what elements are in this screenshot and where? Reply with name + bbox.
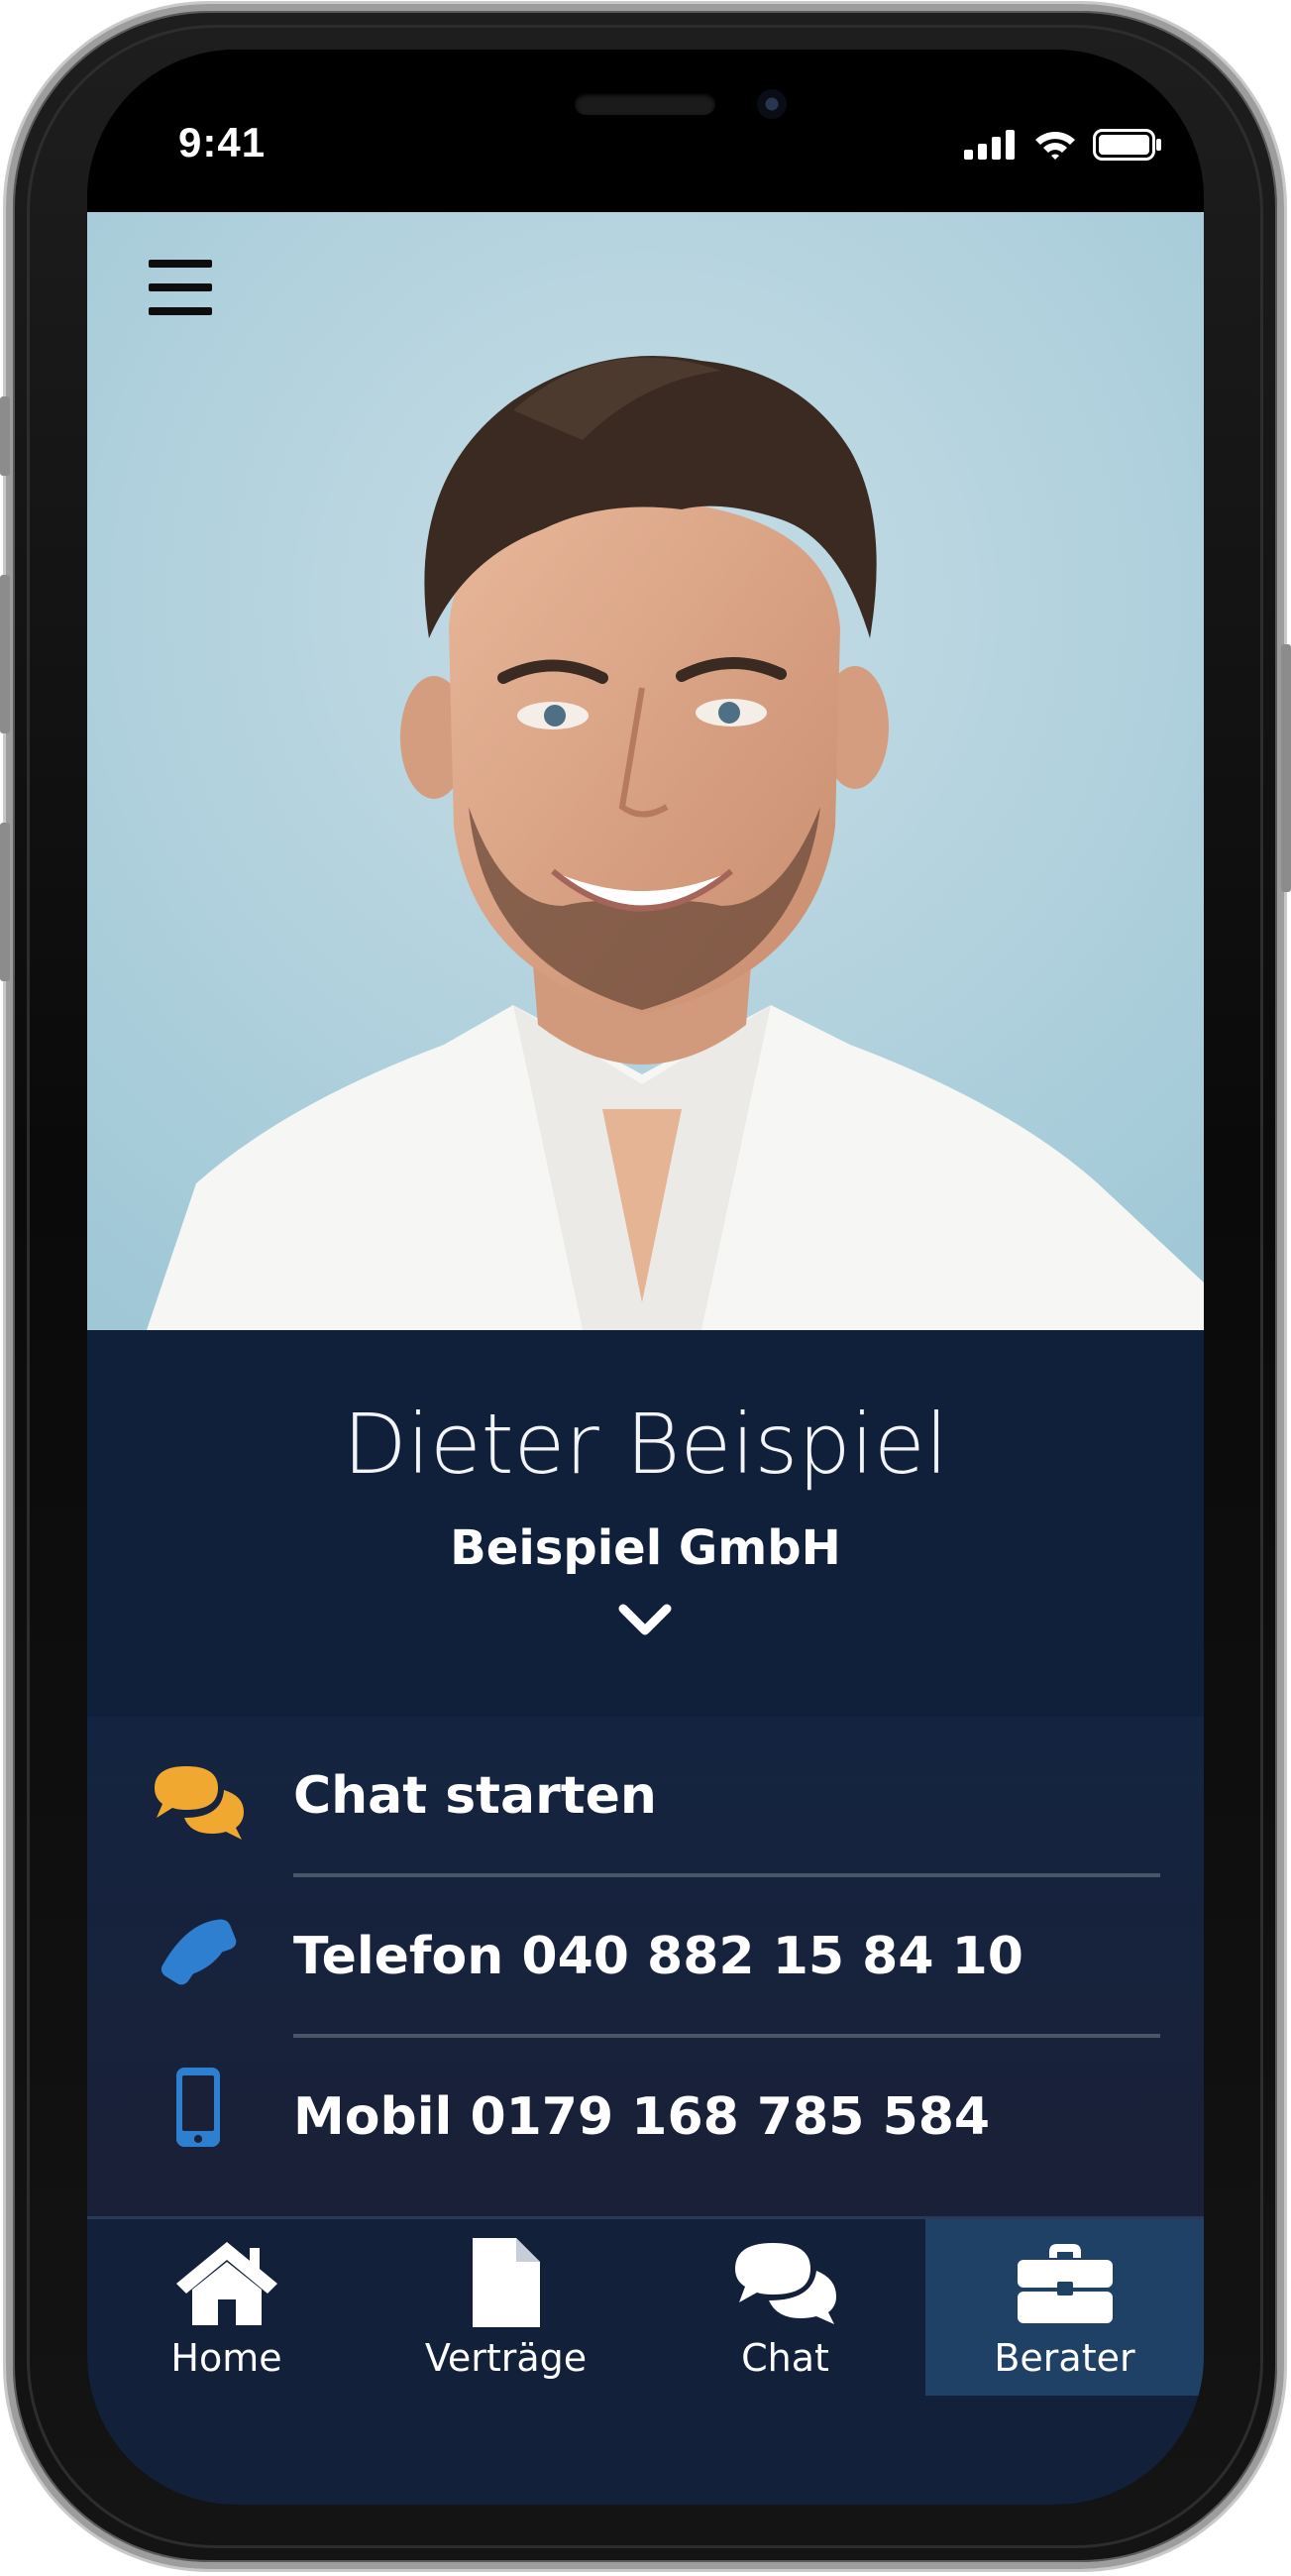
chat-bubbles-icon (734, 2243, 836, 2324)
battery-icon (1093, 129, 1161, 161)
adviser-header: Dieter Beispiel Beispiel GmbH (87, 1330, 1204, 1717)
adviser-name: Dieter Beispiel (342, 1396, 948, 1493)
wifi-icon (1035, 132, 1075, 160)
contact-list: Chat starten Telefon 040 882 15 84 10 Mo… (87, 1717, 1204, 2217)
tab-home[interactable]: Home (87, 2219, 366, 2396)
phone-row[interactable]: Telefon 040 882 15 84 10 (87, 1877, 1204, 2036)
adviser-photo (87, 212, 1204, 1330)
earpiece-speaker (575, 93, 715, 115)
phone-screen: 9:41 Dieter Beispiel Beispiel GmbH Chat … (87, 50, 1204, 2505)
phone-volume-up (0, 575, 10, 733)
phone-label: Telefon 040 882 15 84 10 (293, 1927, 1023, 1986)
tab-chat-label: Chat (741, 2336, 829, 2380)
tab-chat[interactable]: Chat (646, 2219, 924, 2396)
front-camera (757, 89, 787, 119)
tab-adviser-label: Berater (994, 2336, 1135, 2380)
document-icon (472, 2238, 540, 2327)
home-icon (175, 2242, 277, 2325)
chevron-down-icon[interactable] (617, 1603, 673, 1638)
status-icons (964, 129, 1162, 161)
phone-volume-down (0, 823, 10, 981)
signal-icon (964, 130, 1015, 160)
phone-side-button (0, 396, 10, 476)
mobile-row[interactable]: Mobil 0179 168 785 584 (87, 2038, 1204, 2196)
menu-button[interactable] (149, 260, 212, 317)
adviser-portrait-image (87, 212, 1204, 1330)
chat-start-label: Chat starten (293, 1766, 657, 1826)
tab-contracts[interactable]: Verträge (367, 2219, 645, 2396)
mobile-label: Mobil 0179 168 785 584 (293, 2087, 991, 2147)
chat-start-row[interactable]: Chat starten (87, 1717, 1204, 1875)
phone-icon (161, 1919, 237, 1985)
tab-adviser[interactable]: Berater (925, 2219, 1204, 2396)
briefcase-icon (1017, 2244, 1113, 2323)
adviser-company: Beispiel GmbH (450, 1520, 841, 1576)
tab-contracts-label: Verträge (424, 2336, 588, 2380)
chat-bubbles-icon (155, 1766, 244, 1840)
hamburger-menu-icon (149, 260, 212, 268)
phone-power-button (1281, 644, 1291, 892)
tab-home-label: Home (170, 2336, 282, 2380)
tab-bar: Home Verträge Chat Berater (87, 2216, 1204, 2505)
mobile-icon (176, 2068, 220, 2147)
status-bar: 9:41 (87, 50, 1204, 212)
status-time: 9:41 (178, 119, 267, 166)
